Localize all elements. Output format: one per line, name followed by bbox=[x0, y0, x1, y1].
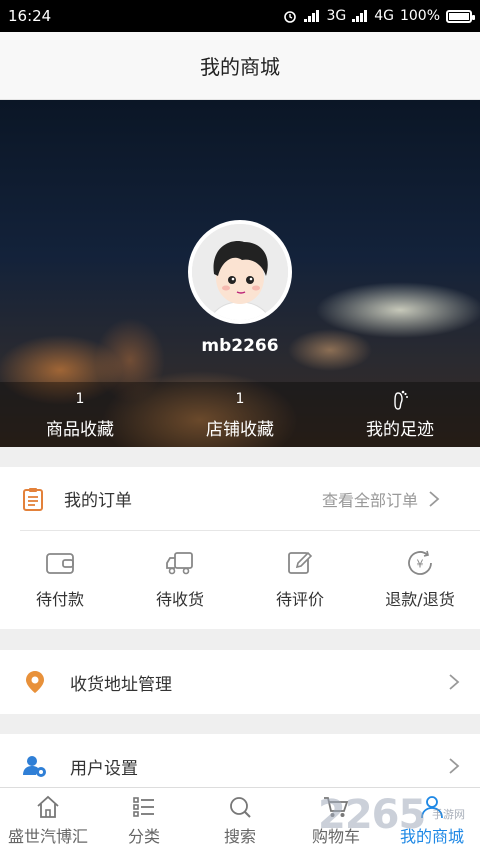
chevron-right-icon bbox=[429, 490, 440, 507]
stat-footprints[interactable]: 我的足迹 bbox=[320, 382, 480, 447]
stat-label: 店铺收藏 bbox=[206, 420, 274, 440]
network-3g: 3G bbox=[326, 8, 347, 24]
nav-my-mall[interactable]: 我的商城 bbox=[384, 788, 480, 853]
avatar[interactable] bbox=[188, 220, 292, 324]
wallet-icon bbox=[46, 552, 74, 574]
nav-label: 盛世汽博汇 bbox=[7, 826, 88, 846]
address-management-row[interactable]: 收货地址管理 bbox=[0, 650, 480, 714]
battery-percent: 100% bbox=[399, 8, 440, 24]
status-bar: 16:24 3G 4G 100% bbox=[0, 0, 480, 32]
battery-icon bbox=[446, 9, 475, 23]
address-management-label: 收货地址管理 bbox=[70, 674, 172, 695]
page-title: 我的商城 bbox=[0, 32, 480, 100]
nav-label: 我的商城 bbox=[399, 826, 464, 846]
user-settings-label: 用户设置 bbox=[70, 758, 138, 779]
nav-label: 搜索 bbox=[223, 826, 256, 846]
profile-stats: 1 商品收藏 1 店铺收藏 我的足迹 bbox=[0, 382, 480, 447]
order-action-label: 待付款 bbox=[35, 589, 84, 609]
stat-label: 商品收藏 bbox=[46, 420, 114, 440]
search-icon bbox=[230, 796, 251, 818]
truck-icon bbox=[166, 551, 193, 574]
stat-product-favorites[interactable]: 1 商品收藏 bbox=[0, 382, 160, 447]
list-icon bbox=[133, 796, 154, 817]
status-indicators: 3G 4G 100% bbox=[282, 8, 475, 24]
orders-section: 我的订单 查看全部订单 待付款 待收货 待评价 ¥ 退款/退货 bbox=[0, 467, 480, 629]
username: mb2266 bbox=[201, 336, 279, 356]
order-pending-payment[interactable]: 待付款 bbox=[0, 531, 120, 628]
footprint-icon bbox=[394, 390, 408, 410]
orders-header[interactable]: 我的订单 查看全部订单 bbox=[20, 467, 480, 531]
nav-label: 购物车 bbox=[311, 826, 360, 846]
stat-store-favorites[interactable]: 1 店铺收藏 bbox=[160, 382, 320, 447]
home-icon bbox=[37, 795, 59, 818]
avatar-image bbox=[192, 224, 288, 320]
chevron-right-icon bbox=[449, 758, 460, 774]
clipboard-icon bbox=[20, 486, 46, 512]
profile-header: mb2266 1 商品收藏 1 店铺收藏 我的足迹 bbox=[0, 100, 480, 447]
signal-icon bbox=[352, 10, 368, 22]
refund-icon: ¥ bbox=[408, 550, 432, 575]
alarm-icon bbox=[284, 11, 297, 23]
bottom-navigation: 盛世汽博汇 分类 搜索 购物车 我的商城 bbox=[0, 787, 480, 853]
order-refund[interactable]: ¥ 退款/退货 bbox=[360, 531, 480, 628]
order-action-label: 待评价 bbox=[275, 589, 324, 609]
status-time: 16:24 bbox=[8, 7, 52, 25]
location-pin-icon bbox=[22, 669, 48, 695]
order-pending-review[interactable]: 待评价 bbox=[240, 531, 360, 628]
nav-label: 分类 bbox=[127, 826, 160, 846]
orders-title: 我的订单 bbox=[64, 491, 132, 511]
stat-count: 1 bbox=[235, 391, 245, 407]
nav-home[interactable]: 盛世汽博汇 bbox=[0, 788, 96, 853]
order-action-label: 待收货 bbox=[155, 589, 204, 609]
chevron-right-icon bbox=[449, 674, 460, 690]
stat-label: 我的足迹 bbox=[366, 420, 434, 440]
stat-count: 1 bbox=[75, 391, 85, 407]
network-4g: 4G bbox=[374, 8, 394, 24]
order-pending-receipt[interactable]: 待收货 bbox=[120, 531, 240, 628]
order-status-actions: 待付款 待收货 待评价 ¥ 退款/退货 bbox=[0, 531, 480, 628]
person-icon bbox=[421, 795, 443, 818]
nav-search[interactable]: 搜索 bbox=[192, 788, 288, 853]
edit-icon bbox=[288, 551, 313, 574]
view-all-orders-link[interactable]: 查看全部订单 bbox=[322, 487, 418, 511]
signal-icon bbox=[304, 10, 320, 22]
cart-icon bbox=[324, 796, 349, 817]
nav-cart[interactable]: 购物车 bbox=[288, 788, 384, 853]
nav-category[interactable]: 分类 bbox=[96, 788, 192, 853]
svg-text:¥: ¥ bbox=[417, 557, 424, 570]
user-settings-icon bbox=[22, 753, 48, 779]
order-action-label: 退款/退货 bbox=[385, 589, 455, 609]
